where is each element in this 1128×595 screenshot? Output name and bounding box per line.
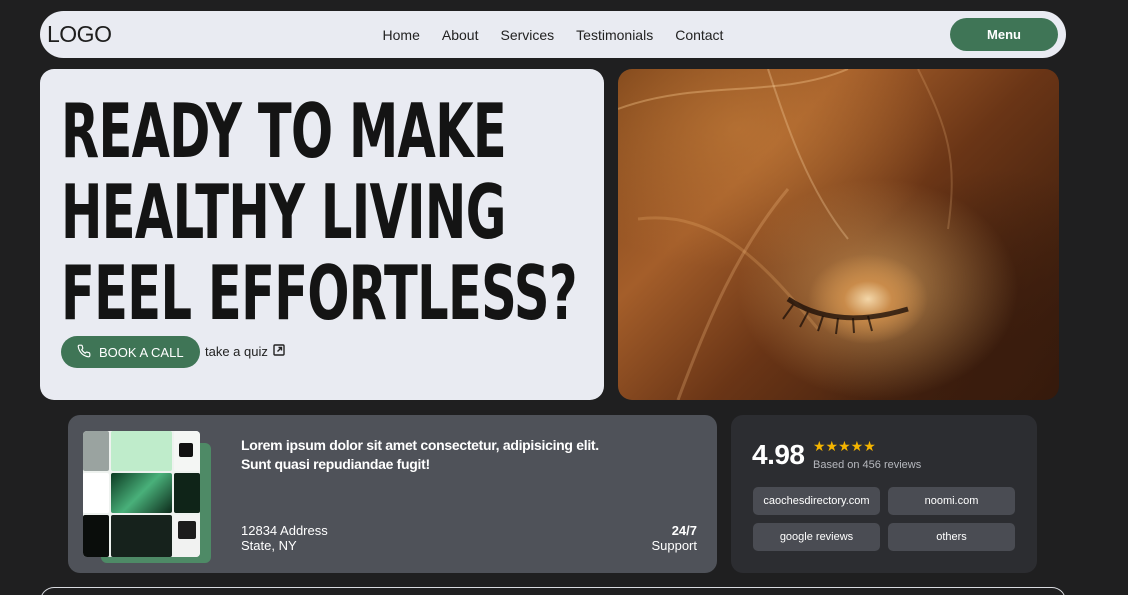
rating-score: 4.98	[752, 439, 805, 470]
review-source-caochesdirectory[interactable]: caochesdirectory.com	[753, 487, 880, 515]
next-section-edge	[40, 587, 1066, 595]
preview-tile	[111, 473, 172, 513]
preview-tile	[179, 443, 193, 457]
nav-link-home[interactable]: Home	[383, 27, 420, 43]
menu-button[interactable]: Menu	[950, 18, 1058, 51]
hair-strands-overlay	[618, 69, 953, 400]
hero-title-line-1: READY TO MAKE	[61, 87, 507, 175]
hero-title-line-2: HEALTHY LIVING	[61, 168, 506, 256]
external-link-icon	[273, 344, 285, 359]
address: 12834 Address State, NY	[241, 523, 328, 553]
info-description-line-1: Lorem ipsum dolor sit amet consectetur, …	[241, 437, 599, 453]
page: LOGO Home About Services Testimonials Co…	[0, 0, 1128, 595]
hero-card: READY TO MAKE HEALTHY LIVING FEEL EFFORT…	[40, 69, 604, 400]
hero-title-line-3: FEEL EFFORTLESS?	[61, 249, 578, 337]
design-preview-thumbnail[interactable]	[83, 431, 200, 557]
book-call-button[interactable]: BOOK A CALL	[61, 336, 200, 368]
review-source-noomi[interactable]: noomi.com	[888, 487, 1015, 515]
book-call-label: BOOK A CALL	[99, 344, 184, 360]
preview-tile	[83, 431, 109, 471]
nav-link-testimonials[interactable]: Testimonials	[576, 27, 653, 43]
preview-tile	[83, 473, 109, 513]
hero-title: READY TO MAKE HEALTHY LIVING FEEL EFFORT…	[61, 87, 578, 337]
star-rating-icon: ★★★★★	[813, 438, 876, 454]
nav-link-contact[interactable]: Contact	[675, 27, 723, 43]
review-source-google[interactable]: google reviews	[753, 523, 880, 551]
address-line-2: State, NY	[241, 538, 297, 553]
support-label: Support	[651, 538, 697, 553]
review-count: Based on 456 reviews	[813, 459, 922, 471]
take-quiz-label: take a quiz	[205, 344, 268, 359]
preview-tile	[111, 515, 172, 557]
info-card: Lorem ipsum dolor sit amet consectetur, …	[68, 415, 717, 573]
preview-tile	[174, 473, 200, 513]
address-line-1: 12834 Address	[241, 523, 328, 538]
reviews-card: 4.98 ★★★★★ Based on 456 reviews caochesd…	[731, 415, 1037, 573]
phone-icon	[77, 344, 91, 361]
preview-tile	[178, 521, 196, 539]
support-info: 24/7 Support	[651, 523, 697, 553]
take-quiz-link[interactable]: take a quiz	[205, 344, 285, 359]
nav-link-services[interactable]: Services	[500, 27, 554, 43]
top-navbar: LOGO Home About Services Testimonials Co…	[40, 11, 1066, 58]
hero-image-eye-closeup	[618, 69, 1059, 400]
preview-tile	[111, 431, 172, 471]
info-description-line-2: Sunt quasi repudiandae fugit!	[241, 456, 430, 472]
logo[interactable]: LOGO	[47, 21, 112, 48]
nav-links: Home About Services Testimonials Contact	[40, 11, 1066, 58]
info-description: Lorem ipsum dolor sit amet consectetur, …	[241, 436, 621, 474]
review-source-others[interactable]: others	[888, 523, 1015, 551]
support-hours: 24/7	[671, 523, 697, 538]
preview-tile	[83, 515, 109, 557]
nav-link-about[interactable]: About	[442, 27, 479, 43]
